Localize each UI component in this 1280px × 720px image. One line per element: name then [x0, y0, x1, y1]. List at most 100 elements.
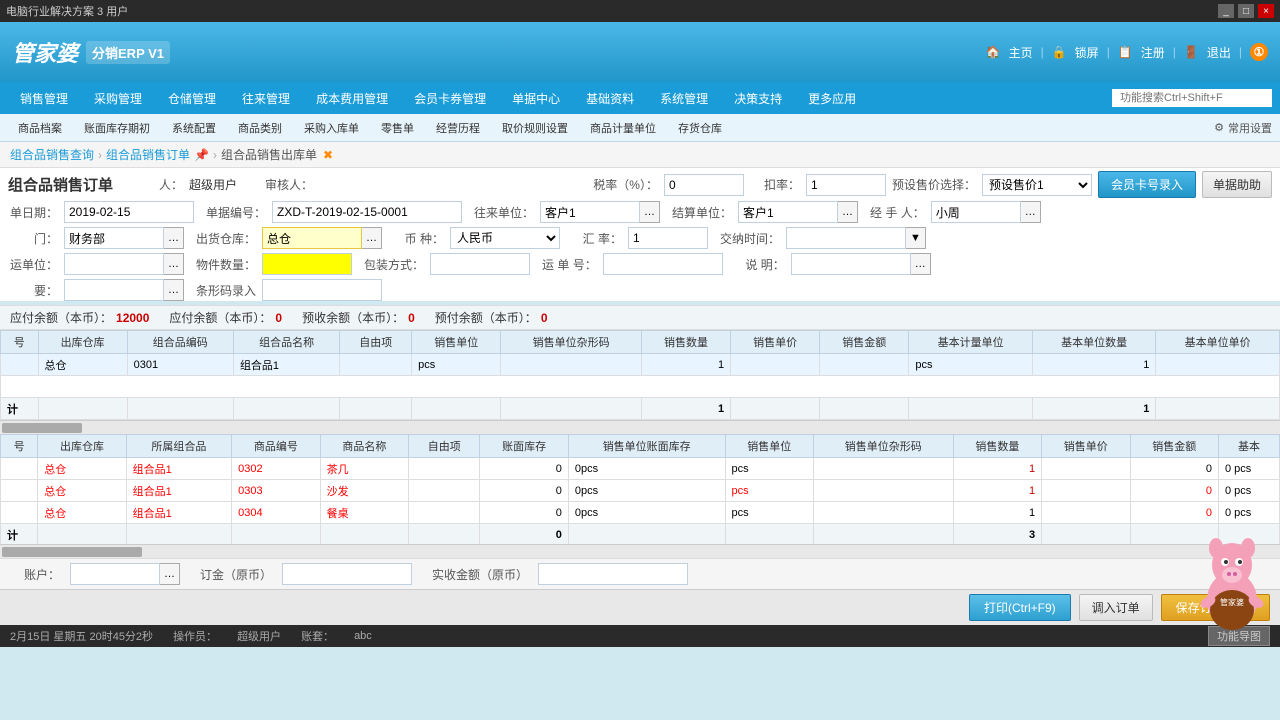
subnav-warehouse[interactable]: 存货仓库: [668, 118, 732, 138]
handler-input[interactable]: [931, 201, 1021, 223]
import-button[interactable]: 调入订单: [1079, 594, 1153, 621]
subnav-category[interactable]: 商品类别: [228, 118, 292, 138]
lrow3-warehouse: 总仓: [38, 502, 126, 524]
subnav-purchase-in[interactable]: 采购入库单: [294, 118, 369, 138]
bill-no-input[interactable]: [272, 201, 462, 223]
discount-input[interactable]: [806, 174, 886, 196]
subnav-config[interactable]: 系统配置: [162, 118, 226, 138]
note-input[interactable]: [791, 253, 911, 275]
app-header: 管家婆 分销ERP V1 🏠 主页 | 🔒 锁屏 | 📋 注册 | 🚪 退出 |…: [0, 22, 1280, 82]
dept-btn[interactable]: …: [164, 227, 184, 249]
nav-more[interactable]: 更多应用: [796, 86, 868, 111]
trans-unit-input[interactable]: [64, 253, 164, 275]
settle-unit-btn[interactable]: …: [838, 201, 858, 223]
note-btn[interactable]: …: [911, 253, 931, 275]
ls-stock: 0: [480, 524, 568, 545]
window-controls[interactable]: _ □ ×: [1218, 4, 1274, 18]
nav-member[interactable]: 会员卡券管理: [402, 86, 498, 111]
s-combo-code: [127, 398, 233, 420]
settle-unit-input[interactable]: [738, 201, 838, 223]
settle-unit-label: 结算单位：: [672, 204, 732, 221]
subnav-product-archive[interactable]: 商品档案: [8, 118, 72, 138]
lower-scroll-thumb[interactable]: [2, 547, 142, 557]
barcode-input[interactable]: [262, 279, 382, 301]
lrow3-free: [409, 502, 480, 524]
s-warehouse: [38, 398, 127, 420]
subnav-stock-init[interactable]: 账面库存期初: [74, 118, 160, 138]
lrow3-stock: 0: [480, 502, 568, 524]
trade-time-btn[interactable]: ▼: [906, 227, 926, 249]
logout-icon[interactable]: 🚪: [1184, 45, 1199, 59]
breadcrumb-combo-query[interactable]: 组合品销售查询: [10, 146, 94, 163]
warehouse-input[interactable]: [262, 227, 362, 249]
register-label[interactable]: 注册: [1141, 44, 1165, 61]
subnav-history[interactable]: 经营历程: [426, 118, 490, 138]
barcode-label: 条形码录入: [196, 282, 256, 299]
subnav-retail[interactable]: 零售单: [371, 118, 424, 138]
logout-label[interactable]: 退出: [1207, 44, 1231, 61]
parts-qty-input[interactable]: [262, 253, 352, 275]
ls-name: [320, 524, 408, 545]
lock-label[interactable]: 锁屏: [1075, 44, 1099, 61]
info-icon[interactable]: ①: [1250, 43, 1268, 61]
currency-select[interactable]: 人民币: [450, 227, 560, 249]
lcol-combo: 所属组合品: [126, 435, 232, 458]
lower-scroll-bar[interactable]: [0, 544, 1280, 558]
settings-label[interactable]: 常用设置: [1228, 120, 1272, 136]
subnav-price-rules[interactable]: 取价规则设置: [492, 118, 578, 138]
to-unit-input[interactable]: [540, 201, 640, 223]
nav-basic[interactable]: 基础资料: [574, 86, 646, 111]
receivable-label: 应付余额（本币）：: [169, 309, 271, 326]
nav-purchase[interactable]: 采购管理: [82, 86, 154, 111]
to-unit-btn[interactable]: …: [640, 201, 660, 223]
home-icon[interactable]: 🏠: [986, 45, 1001, 59]
breadcrumb-close-icon[interactable]: ✖: [323, 148, 333, 162]
trade-time-input[interactable]: [786, 227, 906, 249]
account-input[interactable]: [70, 563, 160, 585]
pack-method-input[interactable]: [430, 253, 530, 275]
nav-system[interactable]: 系统管理: [648, 86, 720, 111]
help-button[interactable]: 单据助助: [1202, 171, 1272, 198]
trans-unit-btn[interactable]: …: [164, 253, 184, 275]
exchange-input[interactable]: [628, 227, 708, 249]
lock-icon[interactable]: 🔒: [1052, 45, 1067, 59]
member-card-button[interactable]: 会员卡号录入: [1098, 171, 1196, 198]
nav-contact[interactable]: 往来管理: [230, 86, 302, 111]
warehouse-btn[interactable]: …: [362, 227, 382, 249]
home-label[interactable]: 主页: [1009, 44, 1033, 61]
handler-btn[interactable]: …: [1021, 201, 1041, 223]
order-input[interactable]: [282, 563, 412, 585]
account-btn[interactable]: …: [160, 563, 180, 585]
breadcrumb-combo-order[interactable]: 组合品销售订单: [106, 146, 190, 163]
upper-scroll-thumb[interactable]: [2, 423, 82, 433]
dept-label: 门：: [8, 230, 58, 247]
nav-sales[interactable]: 销售管理: [8, 86, 80, 111]
actual-input[interactable]: [538, 563, 688, 585]
subnav-uom[interactable]: 商品计量单位: [580, 118, 666, 138]
require-input[interactable]: [64, 279, 164, 301]
nav-search-input[interactable]: [1112, 89, 1272, 107]
preset-price-select[interactable]: 预设售价1: [982, 174, 1092, 196]
register-icon[interactable]: 📋: [1118, 45, 1133, 59]
nav-voucher[interactable]: 单据中心: [500, 86, 572, 111]
minimize-button[interactable]: _: [1218, 4, 1234, 18]
exchange-label: 汇 率：: [572, 230, 622, 247]
nav-cost[interactable]: 成本费用管理: [304, 86, 400, 111]
require-label: 要：: [8, 282, 58, 299]
dept-input[interactable]: [64, 227, 164, 249]
lrow3-unit: pcs: [725, 502, 813, 524]
tax-rate-input[interactable]: [664, 174, 744, 196]
upper-table-container: 号 出库仓库 组合品编码 组合品名称 自由项 销售单位 销售单位杂形码 销售数量…: [0, 330, 1280, 420]
trans-unit-group: …: [64, 253, 184, 275]
lrow2-code: 0303: [232, 480, 320, 502]
upper-scroll-bar[interactable]: [0, 420, 1280, 434]
nav-decision[interactable]: 决策支持: [722, 86, 794, 111]
lrow2-amount: 0: [1130, 480, 1218, 502]
nav-warehouse[interactable]: 仓储管理: [156, 86, 228, 111]
maximize-button[interactable]: □: [1238, 4, 1254, 18]
date-input[interactable]: [64, 201, 194, 223]
require-btn[interactable]: …: [164, 279, 184, 301]
close-button[interactable]: ×: [1258, 4, 1274, 18]
print-button[interactable]: 打印(Ctrl+F9): [969, 594, 1071, 621]
waybill-input[interactable]: [603, 253, 723, 275]
